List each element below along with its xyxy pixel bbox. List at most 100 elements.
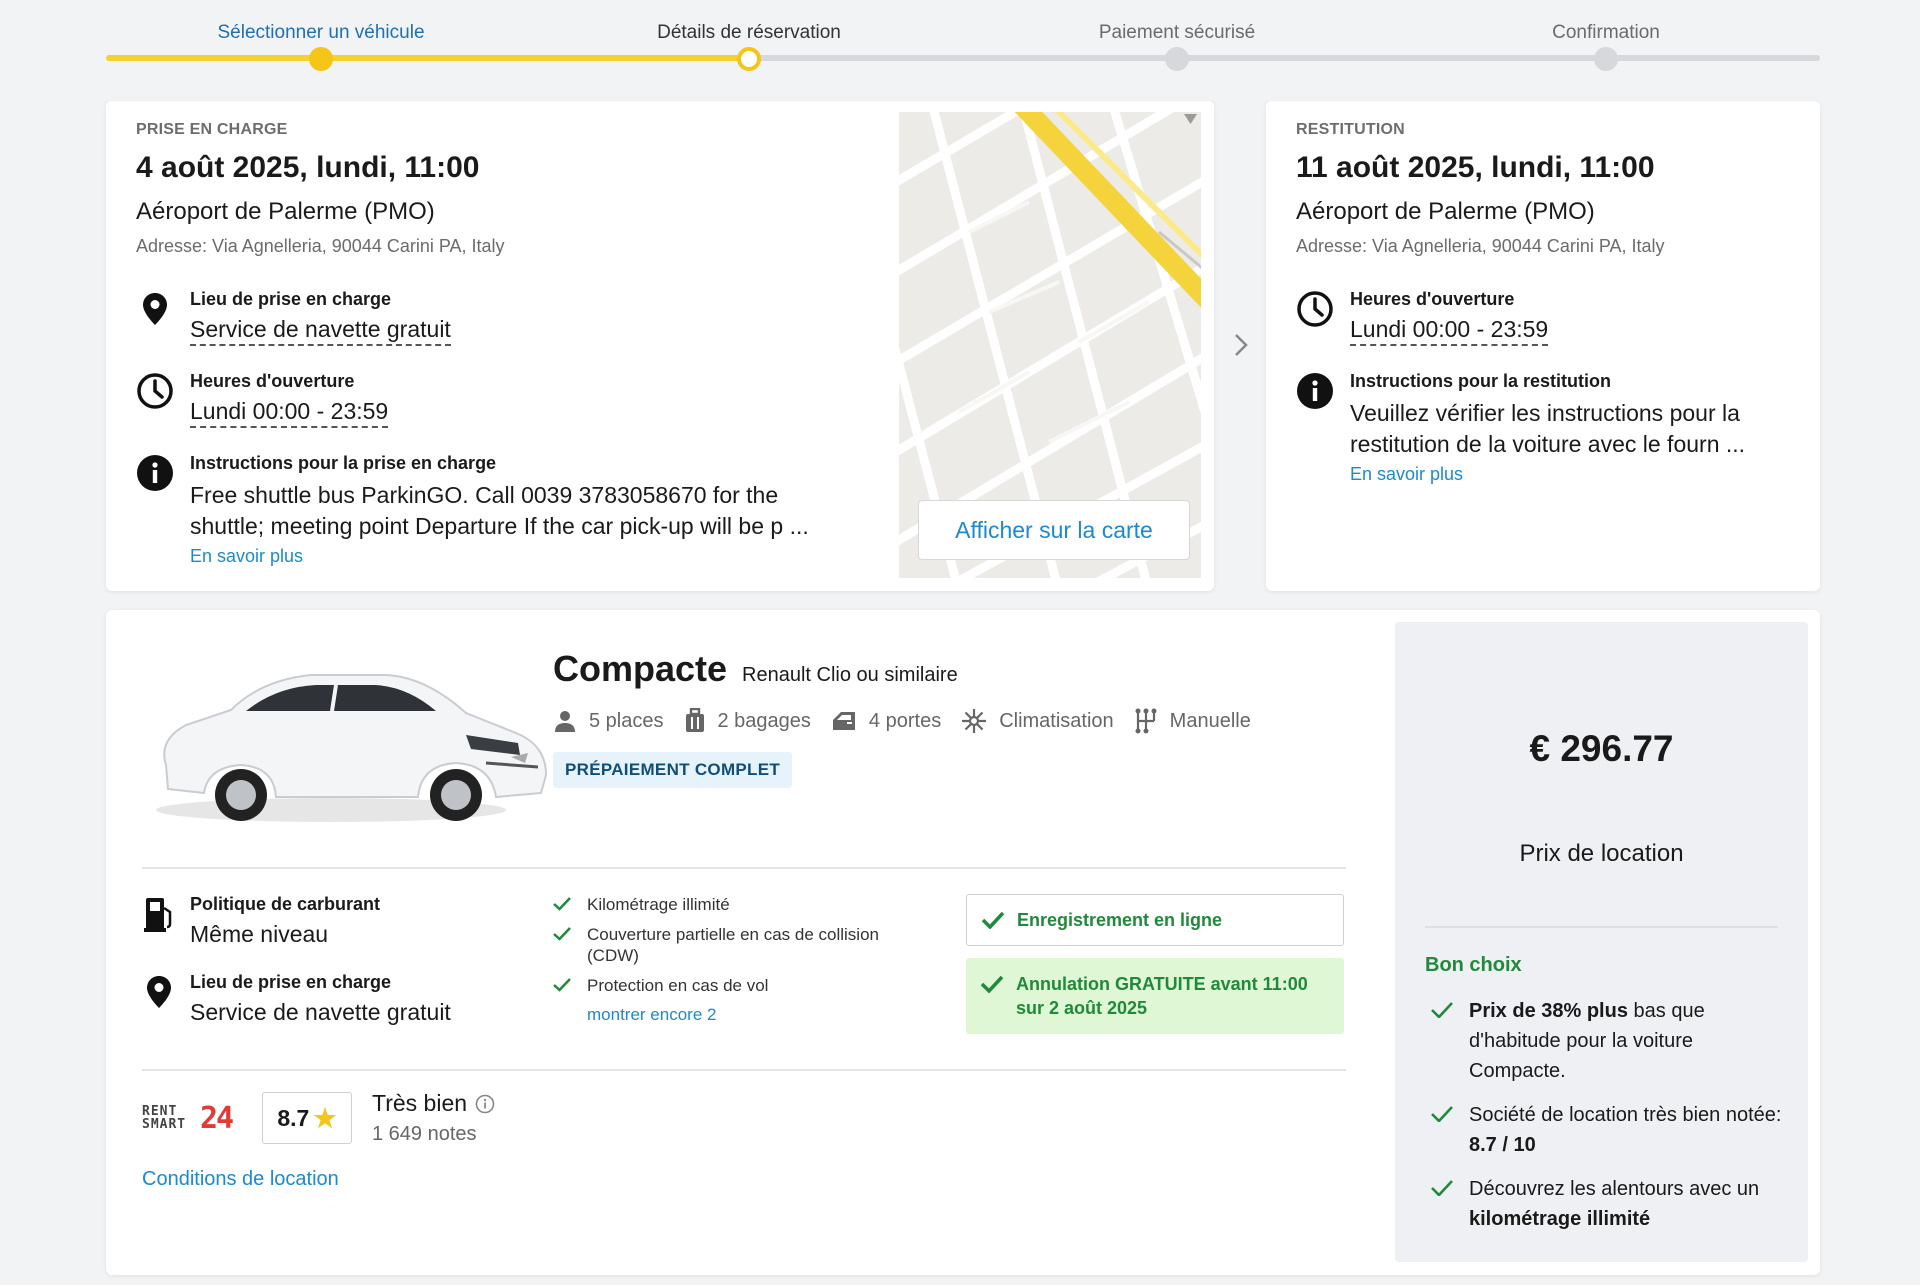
step-dot-4: [1594, 47, 1618, 71]
rental-conditions-link[interactable]: Conditions de location: [142, 1168, 339, 1191]
return-card: RESTITUTION 11 août 2025, lundi, 11:00 A…: [1266, 101, 1820, 591]
location-pin-icon: [135, 289, 175, 329]
return-instructions-row: Instructions pour la restitution Veuille…: [1295, 371, 1745, 485]
inclusion-item: Kilométrage illimité: [553, 894, 933, 915]
good-choice-item-2-bold: 8.7 / 10: [1469, 1134, 1536, 1156]
good-choice-item-1-bold: Prix de 38% plus: [1469, 1000, 1628, 1022]
inclusion-label: Couverture partielle en cas de collision…: [587, 925, 879, 965]
good-choice-title: Bon choix: [1425, 954, 1522, 976]
snowflake-icon: [962, 709, 987, 733]
pickup-card: PRISE EN CHARGE 4 août 2025, lundi, 11:0…: [106, 101, 1214, 591]
step-secure-payment: Paiement sécurisé: [1098, 22, 1256, 43]
spec-seats: 5 places: [553, 709, 664, 733]
price-panel: € 296.77 Prix de location Bon choix Prix…: [1395, 622, 1808, 1262]
show-more-inclusions-link[interactable]: montrer encore 2: [587, 1005, 933, 1025]
pickup-instructions-line-2: shuttle; meeting point Departure If the …: [190, 513, 809, 539]
pickup-more-link[interactable]: En savoir plus: [190, 546, 809, 567]
good-choice-item-3-text: Découvrez les alentours avec un: [1469, 1178, 1760, 1200]
free-cancellation-tag: Annulation GRATUITE avant 11:00 sur 2 ao…: [966, 958, 1344, 1034]
pickup-instructions-line-1: Free shuttle bus ParkinGO. Call 0039 378…: [190, 482, 779, 508]
good-choice-list: Prix de 38% plus bas que d'habitude pour…: [1431, 996, 1791, 1248]
gearbox-icon: [1135, 708, 1157, 734]
pickup-place-row: Lieu de prise en charge Service de navet…: [135, 289, 451, 346]
car-pickup-place-row: Lieu de prise en charge Service de navet…: [142, 972, 451, 1026]
online-checkin-tag: Enregistrement en ligne: [966, 894, 1344, 946]
check-icon: [1431, 1180, 1453, 1196]
spec-bags: 2 bagages: [684, 708, 811, 734]
price-label: Prix de location: [1519, 840, 1684, 867]
step-select-vehicle[interactable]: Sélectionner un véhicule: [171, 22, 471, 44]
good-choice-item: Société de location très bien notée: 8.7…: [1431, 1100, 1791, 1160]
spec-doors-label: 4 portes: [868, 709, 942, 732]
rating-score: 8.7: [277, 1104, 310, 1131]
spec-bags-label: 2 bagages: [717, 709, 811, 732]
info-icon: [135, 453, 175, 493]
return-instructions-line-2: restitution de la voiture avec le fourn …: [1350, 431, 1746, 457]
supplier-rating: RENT SMART 24 8.7 ★ Très bien 1 649 note…: [142, 1090, 495, 1146]
pickup-location: Aéroport de Palerme (PMO): [136, 198, 435, 225]
fuel-policy-value: Même niveau: [190, 921, 329, 947]
check-icon: [981, 911, 1005, 929]
return-hours-value[interactable]: Lundi 00:00 - 23:59: [1350, 316, 1549, 346]
good-choice-item-3-bold: kilométrage illimité: [1469, 1208, 1651, 1230]
car-model: Renault Clio ou similaire: [742, 664, 958, 686]
rating-label: Très bien: [372, 1090, 468, 1116]
inclusions-list: Kilométrage illimité Couverture partiell…: [553, 894, 933, 1025]
inclusion-item: Couverture partielle en cas de collision…: [553, 924, 933, 966]
divider-top: [142, 867, 1346, 869]
inclusion-item: Protection en cas de vol: [553, 975, 933, 996]
check-icon: [1431, 1002, 1453, 1018]
star-icon: ★: [313, 1102, 337, 1133]
car-door-icon: [832, 712, 855, 730]
person-icon: [555, 711, 575, 732]
return-location: Aéroport de Palerme (PMO): [1296, 198, 1595, 225]
spec-gear-label: Manuelle: [1169, 709, 1251, 732]
check-icon: [553, 927, 571, 941]
spec-ac-label: Climatisation: [999, 709, 1114, 732]
online-checkin-label: Enregistrement en ligne: [1017, 909, 1223, 930]
car-pickup-place-value: Service de navette gratuit: [190, 999, 451, 1025]
return-instructions-line-1: Veuillez vérifier les instructions pour …: [1350, 400, 1740, 426]
step-confirmation: Confirmation: [1552, 22, 1660, 43]
supplier-logo: RENT SMART 24: [142, 1101, 234, 1136]
inclusion-label: Kilométrage illimité: [587, 895, 730, 914]
return-date: 11 août 2025, lundi, 11:00: [1296, 151, 1655, 184]
chevron-right-icon: [1228, 332, 1254, 358]
price-divider: [1425, 926, 1778, 928]
return-hours-row: Heures d'ouverture Lundi 00:00 - 23:59: [1295, 289, 1549, 346]
booking-stepper: Sélectionner un véhicule Détails de rése…: [106, 0, 1820, 80]
step-dot-2: [737, 47, 761, 71]
inclusion-label: Protection en cas de vol: [587, 976, 769, 995]
return-hours-title: Heures d'ouverture: [1350, 289, 1515, 309]
rating-score-box: 8.7 ★: [262, 1092, 352, 1144]
divider-bottom: [142, 1069, 1346, 1071]
stepper-progress: [106, 55, 748, 61]
luggage-icon: [685, 708, 704, 732]
clock-icon: [135, 371, 175, 411]
check-icon: [553, 978, 571, 992]
pickup-instructions-title: Instructions pour la prise en charge: [190, 453, 497, 473]
return-address: Adresse: Via Agnelleria, 90044 Carini PA…: [1296, 236, 1665, 256]
fuel-policy-title: Politique de carburant: [190, 894, 381, 914]
good-choice-item: Découvrez les alentours avec un kilométr…: [1431, 1174, 1791, 1234]
spec-doors: 4 portes: [831, 710, 941, 733]
spec-ac: Climatisation: [961, 708, 1114, 734]
pickup-place-value[interactable]: Service de navette gratuit: [190, 316, 451, 346]
pickup-hours-value[interactable]: Lundi 00:00 - 23:59: [190, 398, 389, 428]
car-class: Compacte: [553, 648, 728, 689]
prepayment-badge: PRÉPAIEMENT COMPLET: [553, 752, 793, 788]
return-eyebrow: RESTITUTION: [1296, 121, 1405, 138]
spec-seats-label: 5 places: [589, 709, 664, 732]
car-specs: 5 places 2 bagages 4 portes Climatisatio…: [553, 708, 1271, 734]
location-pin-icon: [142, 972, 176, 1012]
pickup-eyebrow: PRISE EN CHARGE: [136, 121, 288, 138]
car-image: [136, 645, 556, 825]
return-more-link[interactable]: En savoir plus: [1350, 464, 1745, 485]
car-title: Compacte Renault Clio ou similaire: [553, 648, 958, 690]
pickup-place-title: Lieu de prise en charge: [190, 289, 392, 309]
show-on-map-button[interactable]: Afficher sur la carte: [918, 500, 1190, 560]
pickup-hours-title: Heures d'ouverture: [190, 371, 355, 391]
car-pickup-place-title: Lieu de prise en charge: [190, 972, 392, 992]
pickup-date: 4 août 2025, lundi, 11:00: [136, 151, 480, 184]
info-circle-icon[interactable]: [475, 1094, 495, 1114]
